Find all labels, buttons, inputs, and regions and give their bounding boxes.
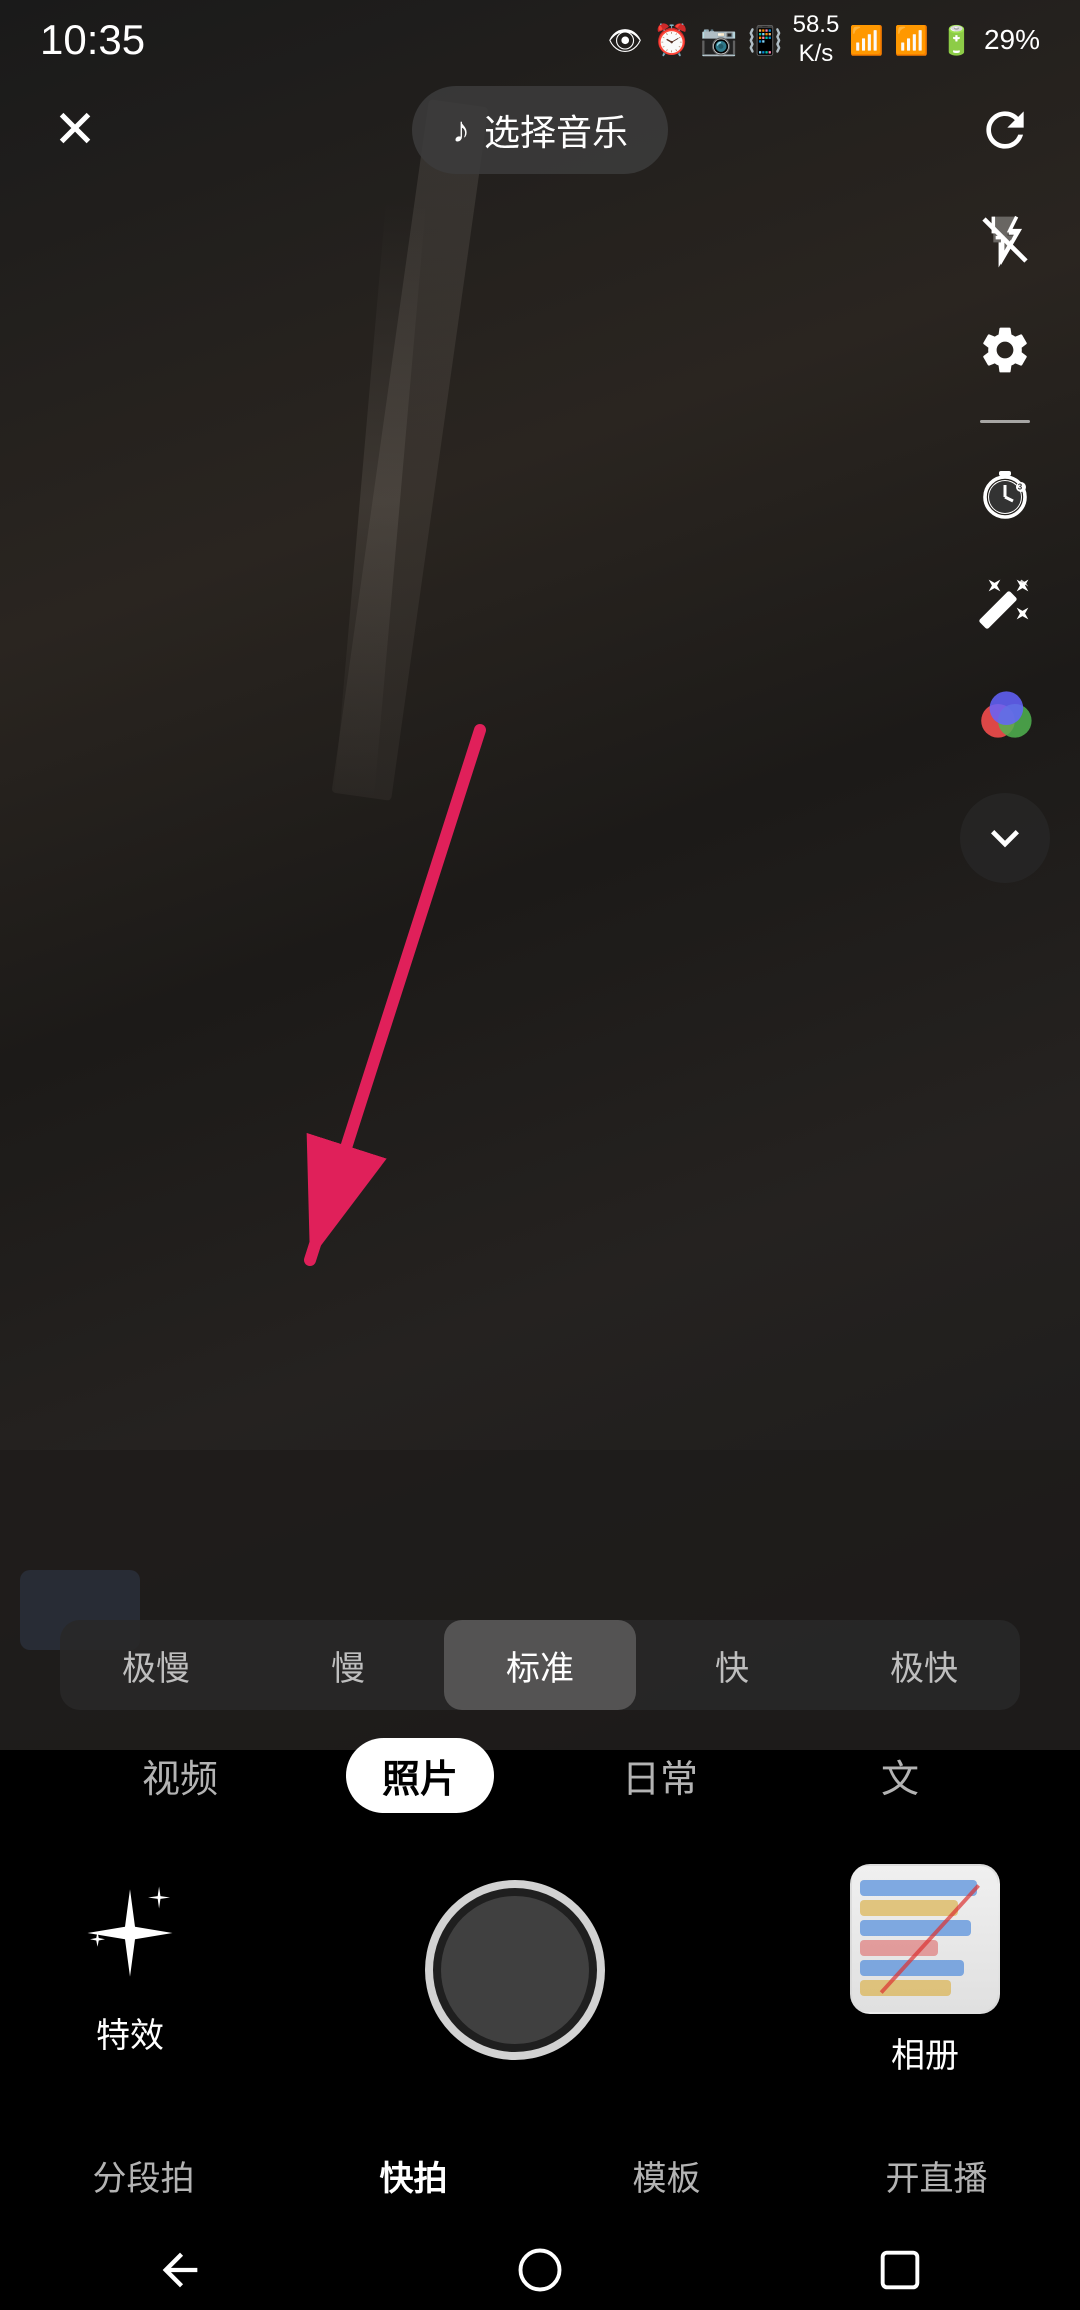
chevron-down-icon: [977, 810, 1033, 866]
tab-text[interactable]: 文: [780, 1730, 1020, 1820]
mode-tabs: 视频 照片 日常 文: [0, 1730, 1080, 1820]
status-time: 10:35: [40, 16, 145, 64]
music-select-button[interactable]: ♪ 选择音乐: [412, 86, 668, 174]
toolbar-divider: [980, 420, 1030, 423]
alarm-icon: ⏰: [653, 23, 690, 58]
speed-slow[interactable]: 慢: [252, 1620, 444, 1710]
settings-icon: [977, 322, 1033, 378]
top-toolbar: ✕ ♪ 选择音乐: [0, 80, 1080, 180]
battery-icon: 🔋: [939, 24, 974, 57]
nav-template[interactable]: 模板: [633, 2151, 701, 2200]
magic-button[interactable]: [965, 563, 1045, 643]
tab-daily[interactable]: 日常: [540, 1730, 780, 1820]
bottom-controls: 特效 相册: [0, 1840, 1080, 2100]
vibrate-icon: 📳: [748, 24, 783, 57]
effect-button[interactable]: 特效: [80, 1883, 180, 2057]
refresh-icon: [977, 102, 1033, 158]
speed-text: 58.5K/s: [793, 11, 840, 69]
nav-livestream[interactable]: 开直播: [886, 2151, 988, 2200]
recents-button[interactable]: [870, 2240, 930, 2300]
sparkle-icon: [80, 1883, 180, 1994]
battery-text: 29%: [984, 24, 1040, 56]
music-note-icon: ♪: [452, 109, 470, 151]
back-icon: [154, 2244, 206, 2296]
tab-video[interactable]: 视频: [60, 1730, 300, 1820]
color-filter-icon: [977, 690, 1033, 746]
speed-very-slow[interactable]: 极慢: [60, 1620, 252, 1710]
close-icon: ✕: [53, 104, 97, 156]
nav-segment[interactable]: 分段拍: [93, 2151, 195, 2200]
magic-wand-icon: [977, 575, 1033, 631]
bottom-nav: 分段拍 快拍 模板 开直播: [0, 2120, 1080, 2230]
shutter-button[interactable]: [425, 1880, 605, 2060]
right-toolbar: 3: [960, 200, 1050, 883]
recents-icon: [874, 2244, 926, 2296]
shutter-inner: [441, 1896, 589, 2044]
close-button[interactable]: ✕: [40, 95, 110, 165]
more-button[interactable]: [960, 793, 1050, 883]
album-label: 相册: [891, 2028, 959, 2077]
status-icons: 👁 ⏰ 📷 📳 58.5K/s 📶 📶 🔋 29%: [607, 11, 1040, 69]
filter-button[interactable]: [960, 673, 1050, 763]
refresh-button[interactable]: [970, 95, 1040, 165]
timer-icon: 3: [977, 465, 1033, 521]
effect-label: 特效: [96, 2008, 164, 2057]
back-button[interactable]: [150, 2240, 210, 2300]
svg-text:3: 3: [1018, 482, 1023, 491]
music-label: 选择音乐: [484, 104, 628, 156]
signal-icon: 📶: [894, 24, 929, 57]
system-nav-bar: [0, 2230, 1080, 2310]
album-preview: [850, 1864, 1000, 2014]
nav-quick[interactable]: 快拍: [380, 2151, 448, 2200]
timer-button[interactable]: 3: [965, 453, 1045, 533]
camera-icon: 📷: [700, 23, 737, 58]
home-icon: [514, 2244, 566, 2296]
album-button[interactable]: 相册: [850, 1864, 1000, 2077]
home-button[interactable]: [510, 2240, 570, 2300]
camera-viewfinder: [0, 0, 1080, 1750]
settings-button[interactable]: [965, 310, 1045, 390]
tab-photo-label: 照片: [346, 1738, 494, 1813]
speed-normal[interactable]: 标准: [444, 1620, 636, 1710]
speed-selector: 极慢 慢 标准 快 极快: [60, 1620, 1020, 1710]
flash-off-icon: [977, 212, 1033, 268]
wifi-icon: 📶: [849, 24, 884, 57]
speed-very-fast[interactable]: 极快: [828, 1620, 1020, 1710]
tab-photo[interactable]: 照片: [300, 1730, 540, 1820]
album-overlay: [852, 1866, 998, 2012]
flash-button[interactable]: [965, 200, 1045, 280]
status-bar: 10:35 👁 ⏰ 📷 📳 58.5K/s 📶 📶 🔋 29%: [0, 0, 1080, 80]
speed-fast[interactable]: 快: [636, 1620, 828, 1710]
eye-icon: 👁: [607, 24, 643, 57]
